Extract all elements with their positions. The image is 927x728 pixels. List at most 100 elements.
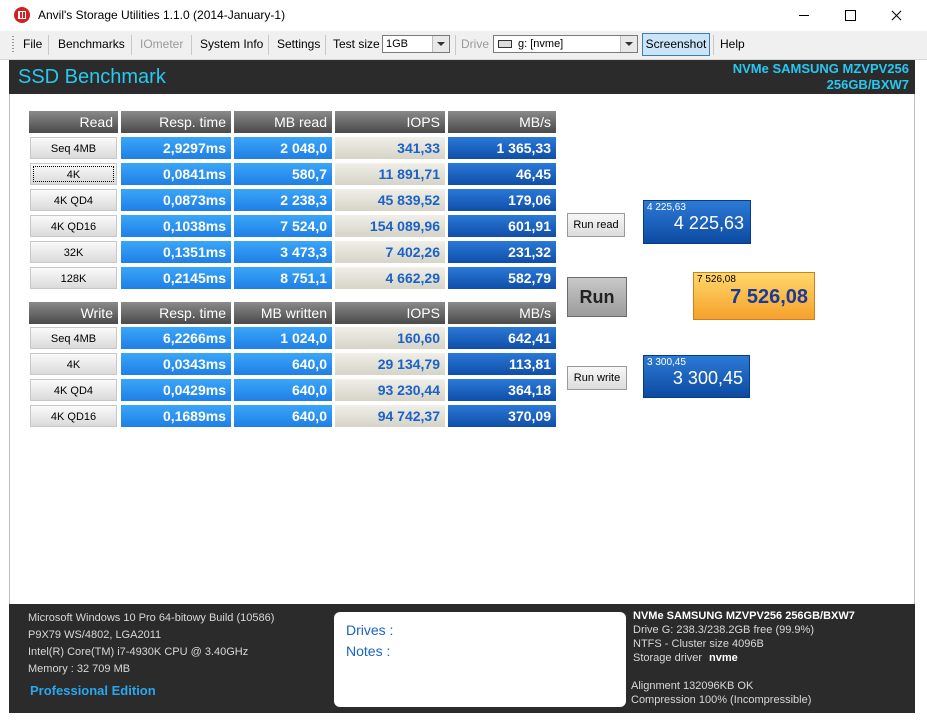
read-mbs: 1 365,33 [448,137,556,159]
read-row-32k-button[interactable]: 32K [30,241,117,263]
drive-name: NVMe SAMSUNG MZVPV256 256GB/BXW7 [633,610,855,622]
memory-info: Memory : 32 709 MB [28,663,131,675]
test-size-label: Test size [333,37,380,51]
read-score-small: 4 225,63 [647,202,686,213]
drive-value: g: [nvme] [518,38,564,50]
write-iops: 93 230,44 [335,379,445,401]
menu-benchmarks[interactable]: Benchmarks [58,37,125,51]
close-button[interactable] [873,0,919,31]
screenshot-button[interactable]: Screenshot [642,33,710,56]
read-header-label: Read [29,111,118,133]
write-mbs: 364,18 [448,379,556,401]
read-resp-time: 0,1351ms [121,241,231,263]
title-bar: Anvil's Storage Utilities 1.1.0 (2014-Ja… [0,0,927,31]
write-mb: 640,0 [234,353,332,375]
read-row-4kqd16-button[interactable]: 4K QD16 [30,215,117,237]
test-size-value: 1GB [386,38,409,50]
read-iops: 11 891,71 [335,163,445,185]
read-row-4kqd4-button[interactable]: 4K QD4 [30,189,117,211]
read-mbs: 582,79 [448,267,556,289]
read-resp-time: 0,0873ms [121,189,231,211]
cpu-info: Intel(R) Core(TM) i7-4930K CPU @ 3.40GHz [28,646,249,658]
write-header-mbs: MB/s [448,302,556,324]
drives-label: Drives : [346,622,394,638]
app-window: Anvil's Storage Utilities 1.1.0 (2014-Ja… [0,0,927,728]
window-title: Anvil's Storage Utilities 1.1.0 (2014-Ja… [38,8,286,22]
read-mb: 2 238,3 [234,189,332,211]
maximize-button[interactable] [827,0,873,31]
system-info-panel: Microsoft Windows 10 Pro 64-bitowy Build… [9,604,915,713]
read-row-128k-button[interactable]: 128K [30,267,117,289]
drive-icon [498,40,512,48]
write-header-iops: IOPS [335,302,445,324]
drive-label: Drive [461,37,490,51]
drive-compression: Compression 100% (Incompressible) [631,694,812,706]
write-resp-time: 0,1689ms [121,405,231,427]
notes-box[interactable]: Drives : Notes : [334,612,626,707]
read-score-panel: 4 225,63 4 225,63 [643,200,751,244]
write-iops: 160,60 [335,327,445,349]
separator [191,35,192,55]
drive-alignment: Alignment 132096KB OK [631,680,754,692]
read-row-4k-button[interactable]: 4K [30,163,117,185]
read-header-resp: Resp. time [121,111,231,133]
separator [325,35,326,55]
drive-filesystem: NTFS - Cluster size 4096B [633,638,764,650]
drive-select[interactable]: g: [nvme] [493,35,638,53]
storage-driver-value: nvme [709,652,738,664]
write-mb: 640,0 [234,379,332,401]
read-mbs: 231,32 [448,241,556,263]
board-info: P9X79 WS/4802, LGA2011 [28,629,162,641]
write-mbs: 370,09 [448,405,556,427]
notes-label: Notes : [346,643,391,659]
edition-label: Professional Edition [30,683,156,698]
read-row-seq4mb-button[interactable]: Seq 4MB [30,137,117,159]
read-resp-time: 0,1038ms [121,215,231,237]
drive-space: Drive G: 238.3/238.2GB free (99.9%) [633,624,814,636]
minimize-button[interactable] [781,0,827,31]
read-mbs: 179,06 [448,189,556,211]
total-score-panel: 7 526,08 7 526,08 [693,272,815,320]
write-mbs: 113,81 [448,353,556,375]
write-row-seq4mb-button[interactable]: Seq 4MB [30,327,117,349]
chevron-down-icon[interactable] [432,36,449,52]
write-header-resp: Resp. time [121,302,231,324]
write-resp-time: 0,0429ms [121,379,231,401]
read-iops: 154 089,96 [335,215,445,237]
write-row-4kqd16-button[interactable]: 4K QD16 [30,405,117,427]
read-iops: 4 662,29 [335,267,445,289]
write-row-4k-button[interactable]: 4K [30,353,117,375]
run-read-button[interactable]: Run read [567,213,625,237]
run-write-button[interactable]: Run write [567,366,627,390]
run-button[interactable]: Run [567,277,627,317]
toolbar-grip-icon[interactable] [12,36,14,54]
read-mbs: 46,45 [448,163,556,185]
write-header-label: Write [29,302,118,324]
write-resp-time: 0,0343ms [121,353,231,375]
menu-system-info[interactable]: System Info [200,37,263,51]
write-row-4kqd4-button[interactable]: 4K QD4 [30,379,117,401]
menu-settings[interactable]: Settings [277,37,320,51]
read-iops: 341,33 [335,137,445,159]
total-score-value: 7 526,08 [730,286,808,308]
read-header-mbs: MB/s [448,111,556,133]
header-drive-name: NVMe SAMSUNG MZVPV256 [732,61,909,76]
write-resp-time: 6,2266ms [121,327,231,349]
separator [268,35,269,55]
write-iops: 29 134,79 [335,353,445,375]
menu-iometer[interactable]: IOmeter [140,37,183,51]
menu-file[interactable]: File [23,37,42,51]
menu-help[interactable]: Help [720,37,745,51]
app-logo-icon [14,7,30,23]
write-mb: 1 024,0 [234,327,332,349]
os-info: Microsoft Windows 10 Pro 64-bitowy Build… [28,612,275,624]
read-resp-time: 0,0841ms [121,163,231,185]
read-resp-time: 0,2145ms [121,267,231,289]
write-header-mb: MB written [234,302,332,324]
write-mbs: 642,41 [448,327,556,349]
read-mb: 3 473,3 [234,241,332,263]
storage-driver-label: Storage driver [633,652,703,664]
chevron-down-icon[interactable] [620,36,637,52]
read-header-mb: MB read [234,111,332,133]
test-size-select[interactable]: 1GB [382,35,450,53]
